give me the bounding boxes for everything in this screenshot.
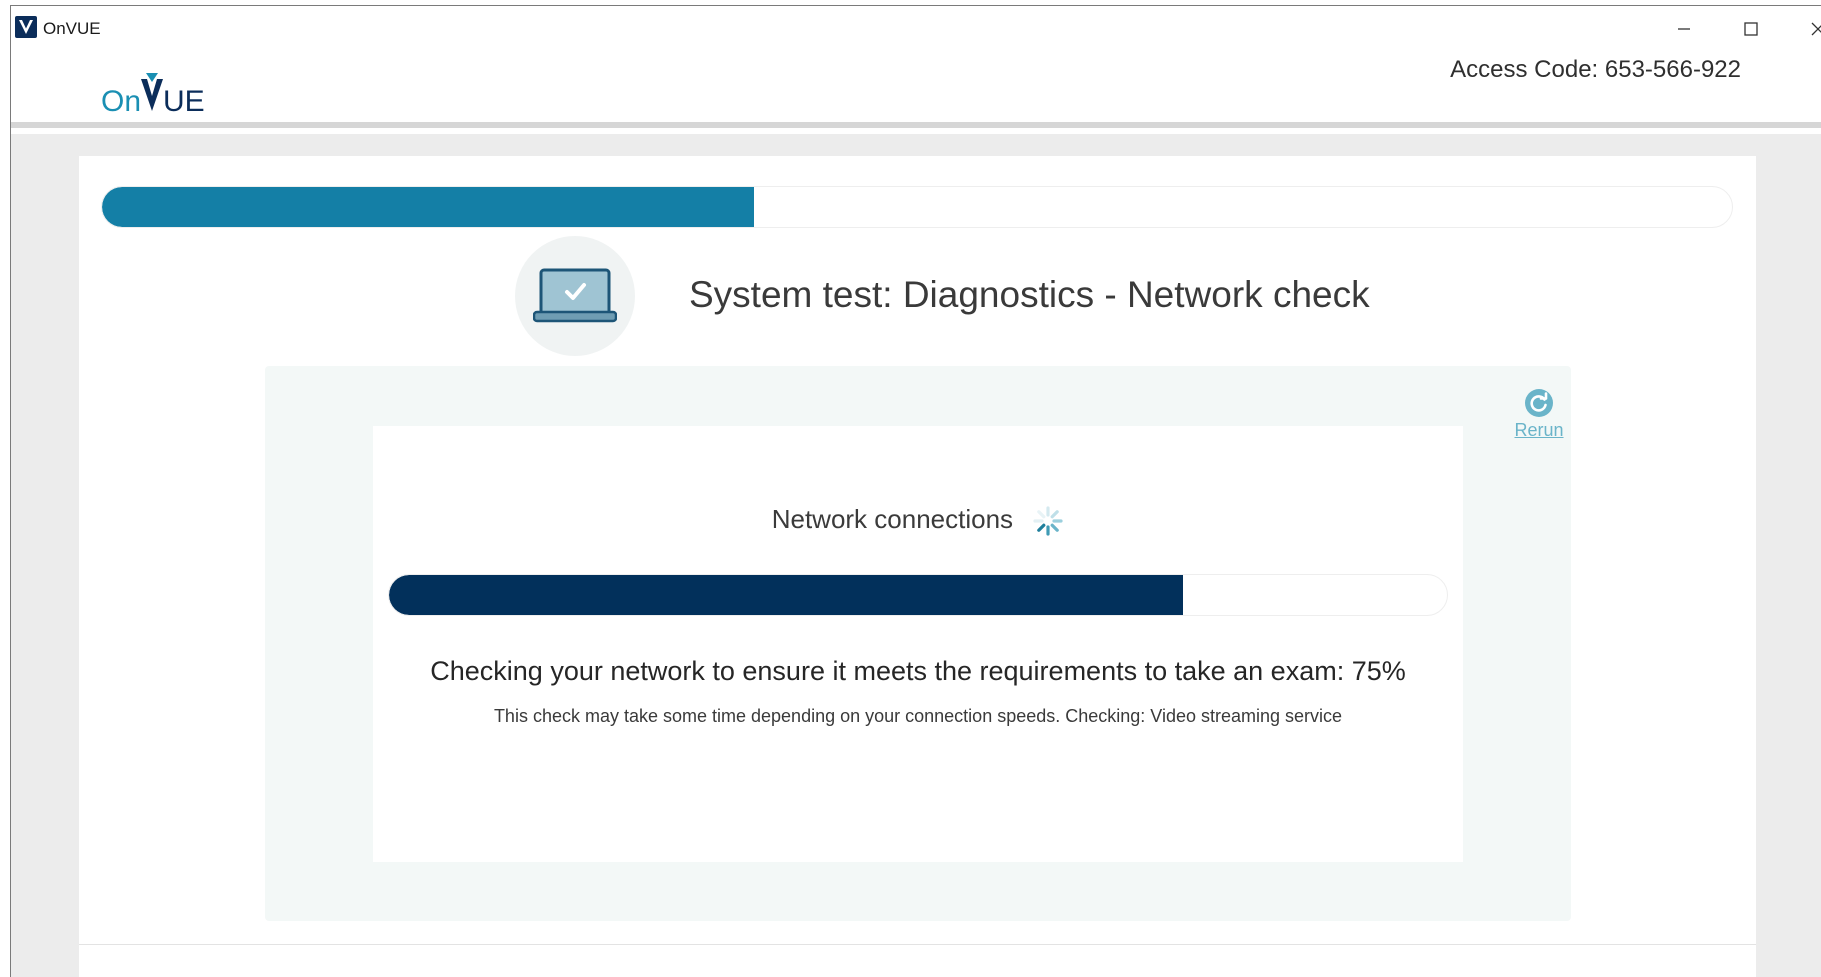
check-title: Network connections bbox=[771, 504, 1014, 534]
close-button[interactable] bbox=[1790, 12, 1821, 46]
check-title-row: Network connections bbox=[373, 504, 1463, 537]
title-bar[interactable]: OnVUE bbox=[11, 6, 1821, 50]
app-window: OnVUE On UE Access Code: 653-566-922 Sys… bbox=[10, 5, 1821, 977]
overall-progress-bar bbox=[101, 186, 1733, 228]
minimize-button[interactable] bbox=[1656, 12, 1712, 46]
laptop-check-icon bbox=[515, 236, 635, 356]
svg-text:On: On bbox=[101, 85, 141, 117]
page-title: System test: Diagnostics - Network check bbox=[689, 274, 1370, 315]
divider bbox=[79, 944, 1756, 945]
onvue-app-icon bbox=[15, 16, 37, 38]
access-code: Access Code: 653-566-922 bbox=[1450, 56, 1741, 83]
check-card: Network connections Checking your networ… bbox=[373, 426, 1463, 862]
network-progress-bar bbox=[388, 574, 1448, 616]
content-area: System test: Diagnostics - Network check… bbox=[11, 134, 1821, 977]
window-title: OnVUE bbox=[43, 19, 101, 38]
onvue-logo: On UE bbox=[101, 69, 221, 118]
main-card: System test: Diagnostics - Network check… bbox=[79, 156, 1756, 977]
loading-spinner-icon bbox=[1033, 506, 1063, 536]
check-status-text: Checking your network to ensure it meets… bbox=[430, 656, 1406, 686]
check-note-text: This check may take some time depending … bbox=[493, 706, 1343, 726]
close-icon bbox=[1811, 22, 1821, 36]
refresh-icon bbox=[1525, 389, 1553, 417]
minimize-icon bbox=[1678, 28, 1690, 30]
rerun-label: Rerun bbox=[1514, 420, 1564, 440]
maximize-button[interactable] bbox=[1723, 12, 1779, 46]
network-check-panel: Rerun Network connections Checking your … bbox=[265, 366, 1571, 921]
svg-text:UE: UE bbox=[163, 85, 205, 117]
rerun-button[interactable]: Rerun bbox=[1507, 388, 1571, 441]
maximize-icon bbox=[1744, 22, 1758, 36]
app-header: On UE Access Code: 653-566-922 bbox=[11, 50, 1821, 128]
network-progress-fill bbox=[389, 575, 1183, 615]
overall-progress-fill bbox=[102, 187, 754, 227]
